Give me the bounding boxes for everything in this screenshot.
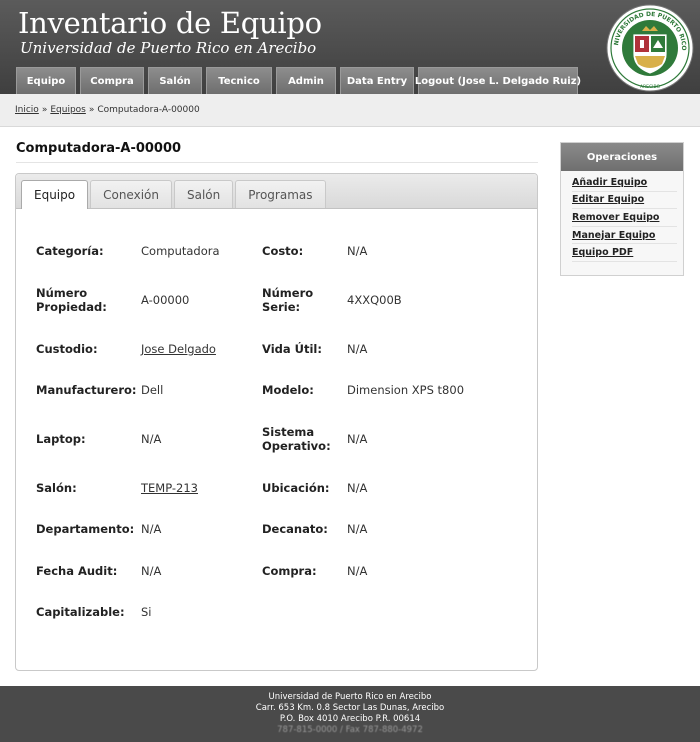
custodio-link[interactable]: Jose Delgado	[141, 342, 216, 356]
sistema-operativo-label-line2: Operativo:	[262, 439, 331, 453]
laptop-label: Laptop:	[36, 432, 86, 446]
departamento-value: N/A	[141, 522, 162, 536]
categoria-label: Categoría:	[36, 244, 104, 258]
site-header: Inventario de Equipo Universidad de Puer…	[0, 0, 700, 94]
tab-bar: Equipo Conexión Salón Programas	[16, 174, 537, 209]
breadcrumb-equipos-link[interactable]: Equipos	[50, 105, 86, 115]
operations-title: Operaciones	[561, 143, 683, 171]
detail-row: Custodio: Jose Delgado Vida Útil: N/A	[36, 342, 526, 382]
numero-propiedad-label-line2: Propiedad:	[36, 300, 107, 314]
capitalizable-label: Capitalizable:	[36, 605, 125, 619]
equipment-pdf-link[interactable]: Equipo PDF	[572, 244, 677, 262]
tab-conexion[interactable]: Conexión	[90, 180, 172, 208]
nav-tab-equipo[interactable]: Equipo	[16, 67, 76, 94]
site-footer: Universidad de Puerto Rico en Arecibo Ca…	[0, 686, 700, 742]
breadcrumb-current: Computadora-A-00000	[97, 105, 200, 115]
fecha-audit-value: N/A	[141, 564, 162, 578]
salon-label: Salón:	[36, 481, 77, 495]
seal-city-text: ARECIBO	[640, 84, 661, 90]
nav-tab-admin[interactable]: Admin	[276, 67, 336, 94]
sistema-operativo-label: Sistema Operativo:	[262, 425, 331, 453]
numero-serie-label-line1: Número	[262, 286, 314, 300]
manage-equipment-link[interactable]: Manejar Equipo	[572, 227, 677, 245]
numero-serie-label-line2: Serie:	[262, 300, 301, 314]
tab-salon[interactable]: Salón	[174, 180, 234, 208]
site-title: Inventario de Equipo	[18, 6, 322, 40]
add-equipment-link[interactable]: Añadir Equipo	[572, 174, 677, 192]
nav-tab-salon[interactable]: Salón	[148, 67, 202, 94]
manufacturero-label: Manufacturero:	[36, 383, 137, 397]
main-nav: Equipo Compra Salón Tecnico Admin Data E…	[16, 67, 582, 94]
operations-sidebar: Operaciones Añadir Equipo Editar Equipo …	[560, 142, 684, 276]
detail-row: Número Propiedad: A-00000 Número Serie: …	[36, 286, 526, 326]
sistema-operativo-label-line1: Sistema	[262, 425, 315, 439]
university-seal-logo: UNIVERSIDAD DE PUERTO RICO ARECIBO	[606, 4, 694, 92]
remove-equipment-link[interactable]: Remover Equipo	[572, 209, 677, 227]
detail-row: Capitalizable: Si	[36, 605, 526, 645]
nav-tab-tecnico[interactable]: Tecnico	[206, 67, 272, 94]
nav-tab-compra[interactable]: Compra	[80, 67, 144, 94]
nav-tab-logout[interactable]: Logout (Jose L. Delgado Ruiz)	[415, 67, 581, 94]
page-title: Computadora-A-00000	[16, 141, 182, 156]
costo-label: Costo:	[262, 244, 304, 258]
ubicacion-value: N/A	[347, 481, 368, 495]
detail-row: Departamento: N/A Decanato: N/A	[36, 522, 526, 562]
vida-util-value: N/A	[347, 342, 368, 356]
salon-link[interactable]: TEMP-213	[141, 481, 198, 495]
custodio-label: Custodio:	[36, 342, 98, 356]
detail-row: Salón: TEMP-213 Ubicación: N/A	[36, 481, 526, 521]
numero-serie-label: Número Serie:	[262, 286, 313, 314]
vida-util-label: Vida Útil:	[262, 342, 322, 356]
custodio-value: Jose Delgado	[141, 342, 216, 356]
modelo-value: Dimension XPS t800	[347, 383, 465, 397]
compra-value: N/A	[347, 564, 368, 578]
salon-value: TEMP-213	[141, 481, 198, 495]
site-subtitle: Universidad de Puerto Rico en Arecibo	[20, 39, 317, 57]
detail-row: Laptop: N/A Sistema Operativo: N/A	[36, 425, 526, 465]
numero-propiedad-label: Número Propiedad:	[36, 286, 107, 314]
footer-line-institution: Universidad de Puerto Rico en Arecibo	[268, 692, 432, 702]
ubicacion-label: Ubicación:	[262, 481, 330, 495]
compra-label: Compra:	[262, 564, 317, 578]
title-divider	[16, 162, 538, 163]
numero-serie-value: 4XXQ00B	[347, 293, 402, 307]
equipment-tabs-panel: Equipo Conexión Salón Programas Categorí…	[15, 173, 538, 671]
laptop-value: N/A	[141, 432, 162, 446]
footer-line-address: Carr. 653 Km. 0.8 Sector Las Dunas, Arec…	[255, 703, 445, 713]
departamento-label: Departamento:	[36, 522, 135, 536]
categoria-value: Computadora	[141, 244, 220, 258]
detail-row: Fecha Audit: N/A Compra: N/A	[36, 564, 526, 604]
footer-line-pobox: P.O. Box 4010 Arecibo P.R. 00614	[279, 714, 421, 724]
fecha-audit-label: Fecha Audit:	[36, 564, 118, 578]
tab-equipo[interactable]: Equipo	[21, 180, 89, 209]
numero-propiedad-value: A-00000	[141, 293, 190, 307]
breadcrumb-home-link[interactable]: Inicio	[15, 105, 39, 115]
modelo-label: Modelo:	[262, 383, 314, 397]
breadcrumb-separator: »	[41, 105, 48, 115]
manufacturero-value: Dell	[141, 383, 164, 397]
costo-value: N/A	[347, 244, 368, 258]
decanato-value: N/A	[347, 522, 368, 536]
operations-list: Añadir Equipo Editar Equipo Remover Equi…	[561, 171, 683, 262]
decanato-label: Decanato:	[262, 522, 328, 536]
breadcrumb: Inicio » Equipos » Computadora-A-00000	[0, 94, 700, 127]
sistema-operativo-value: N/A	[347, 432, 368, 446]
breadcrumb-separator: »	[88, 105, 95, 115]
footer-line-phone: 787-815-0000 / Fax 787-880-4972	[277, 725, 423, 735]
tab-programas[interactable]: Programas	[235, 180, 326, 208]
detail-row: Manufacturero: Dell Modelo: Dimension XP…	[36, 383, 526, 423]
capitalizable-value: Si	[141, 605, 152, 619]
numero-propiedad-label-line1: Número	[36, 286, 88, 300]
edit-equipment-link[interactable]: Editar Equipo	[572, 192, 677, 210]
nav-tab-data-entry[interactable]: Data Entry	[340, 67, 414, 94]
detail-row: Categoría: Computadora Costo: N/A	[36, 244, 526, 284]
